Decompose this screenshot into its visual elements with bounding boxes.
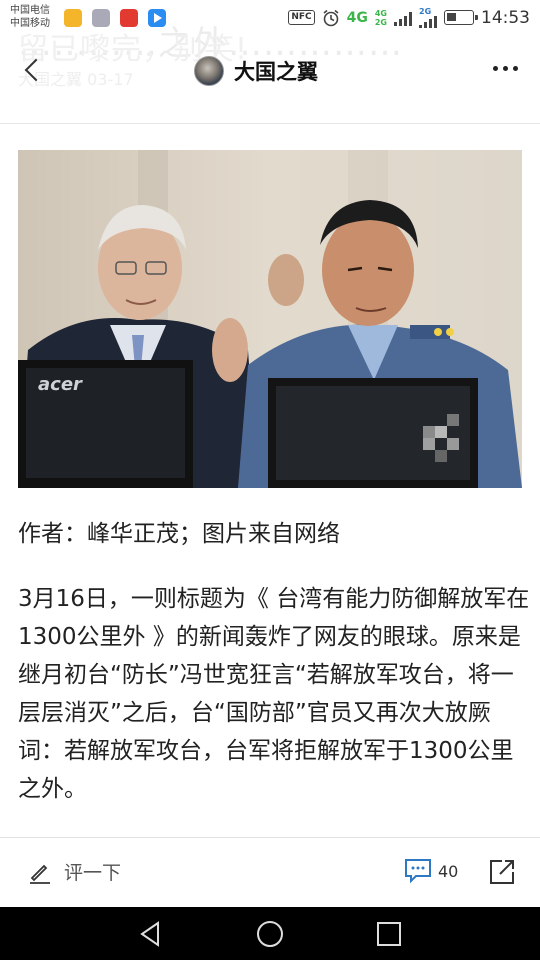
photo-illustration: acer bbox=[18, 150, 522, 488]
app-header: …………之外…………… 留已嚟完，别笑! 大国之翼 03-17 大国之翼 bbox=[0, 24, 540, 124]
share-icon bbox=[490, 860, 514, 884]
pencil-icon bbox=[30, 864, 50, 884]
signal-strength-2-icon bbox=[419, 16, 437, 28]
back-button[interactable] bbox=[16, 54, 52, 90]
nav-home-circle-icon[interactable] bbox=[255, 919, 285, 949]
signal-2-wrap: 2G bbox=[419, 7, 437, 28]
article-photo[interactable]: acer bbox=[18, 150, 522, 488]
battery-icon bbox=[444, 10, 478, 25]
comment-count: 40 bbox=[438, 861, 459, 881]
account-title[interactable]: 大国之翼 bbox=[194, 56, 318, 86]
system-nav-bar bbox=[0, 907, 540, 960]
comments-button[interactable]: 40 bbox=[404, 858, 458, 884]
action-bar: 评一下 40 bbox=[0, 837, 540, 907]
network-2g-label: 2G bbox=[419, 7, 432, 16]
account-avatar[interactable] bbox=[194, 56, 224, 86]
article-paragraph: 3月16日，一则标题为《 台湾有能力防御解放军在1300公里外 》的新闻轰炸了网… bbox=[18, 586, 530, 802]
more-options-button[interactable] bbox=[493, 66, 518, 71]
comment-input[interactable]: 评一下 bbox=[28, 858, 121, 885]
article-author: 作者：峰华正茂；图片来自网络 bbox=[18, 521, 340, 547]
nav-back-triangle-icon[interactable] bbox=[136, 919, 166, 949]
comment-bubble-icon bbox=[405, 859, 431, 884]
comment-placeholder: 评一下 bbox=[64, 862, 122, 884]
more-dots-icon bbox=[493, 66, 498, 71]
monitor-brand-label: acer bbox=[38, 374, 83, 395]
clock-time: 14:53 bbox=[481, 7, 530, 28]
page-title: 大国之翼 bbox=[234, 60, 318, 84]
nav-recent-square-icon[interactable] bbox=[374, 919, 404, 949]
share-button[interactable] bbox=[488, 858, 516, 890]
